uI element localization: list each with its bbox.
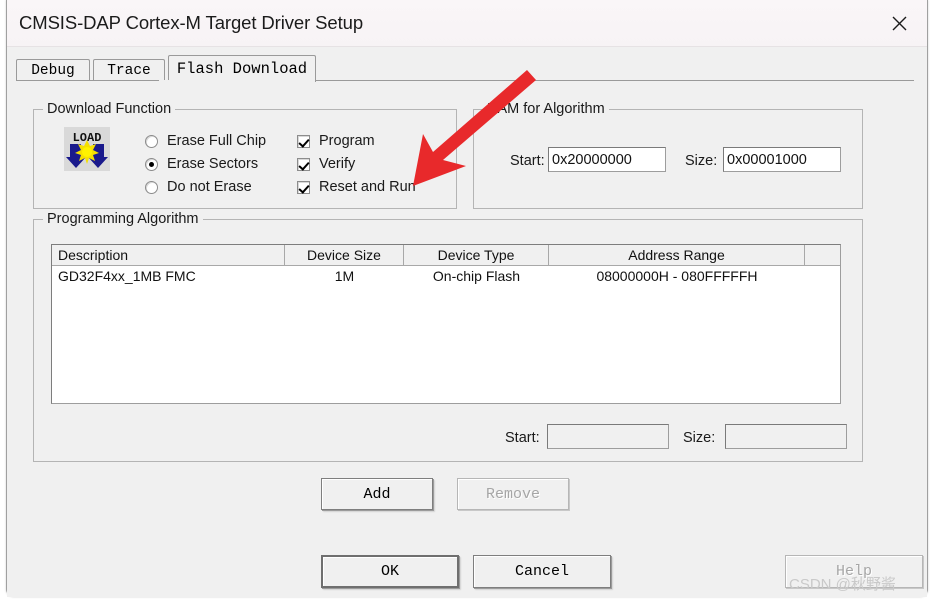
cancel-button[interactable]: Cancel xyxy=(473,555,611,588)
tab-strip-underline xyxy=(16,80,914,81)
window-title: CMSIS-DAP Cortex-M Target Driver Setup xyxy=(19,12,364,33)
download-function-title: Download Function xyxy=(43,101,176,117)
tab-trace[interactable]: Trace xyxy=(93,59,165,81)
radio-erase-full-chip-label: Erase Full Chip xyxy=(167,133,267,149)
radio-do-not-erase-indicator[interactable] xyxy=(145,180,158,194)
tab-debug-label: Debug xyxy=(31,62,75,79)
ram-size-input[interactable]: 0x00001000 xyxy=(723,147,841,172)
algorithm-list[interactable]: Description Device Size Device Type Addr… xyxy=(51,244,841,404)
ram-for-algorithm-title: RAM for Algorithm xyxy=(483,101,609,117)
tab-active-underline-cut xyxy=(159,80,307,82)
column-header-description[interactable]: Description xyxy=(52,245,285,265)
checkbox-verify-indicator[interactable] xyxy=(297,157,310,171)
radio-erase-sectors-indicator[interactable] xyxy=(145,157,158,171)
tab-flash-download[interactable]: Flash Download xyxy=(168,55,316,82)
radio-do-not-erase[interactable]: Do not Erase xyxy=(145,179,252,195)
load-icon: LOAD xyxy=(64,127,110,171)
cell-device-size: 1M xyxy=(334,268,355,284)
tab-debug[interactable]: Debug xyxy=(16,59,90,81)
algorithm-start-label: Start: xyxy=(505,430,540,446)
cell-device-type: On-chip Flash xyxy=(432,268,521,284)
dialog-window: CMSIS-DAP Cortex-M Target Driver Setup D… xyxy=(6,0,928,597)
column-header-spacer xyxy=(805,245,840,265)
checkbox-program-label: Program xyxy=(319,133,375,149)
checkbox-reset-and-run[interactable]: Reset and Run xyxy=(297,179,416,195)
radio-erase-full-chip-indicator[interactable] xyxy=(145,134,158,148)
checkbox-verify[interactable]: Verify xyxy=(297,156,355,172)
algorithm-list-header: Description Device Size Device Type Addr… xyxy=(52,245,840,266)
radio-erase-sectors-label: Erase Sectors xyxy=(167,156,259,172)
checkbox-reset-and-run-indicator[interactable] xyxy=(297,180,310,194)
cell-address-range: 08000000H - 080FFFFFH xyxy=(596,268,758,284)
radio-erase-full-chip[interactable]: Erase Full Chip xyxy=(145,133,266,149)
ram-size-label: Size: xyxy=(685,153,718,169)
ram-start-input[interactable]: 0x20000000 xyxy=(548,147,666,172)
radio-erase-sectors[interactable]: Erase Sectors xyxy=(145,156,258,172)
dialog-client-area: Debug Trace Flash Download Download Func… xyxy=(7,47,927,597)
programming-algorithm-title: Programming Algorithm xyxy=(43,211,203,227)
algorithm-start-input[interactable] xyxy=(547,424,669,449)
watermark-text: CSDN @秋野酱 xyxy=(789,576,896,593)
ok-button[interactable]: OK xyxy=(321,555,459,588)
tab-flash-download-label: Flash Download xyxy=(176,60,308,78)
add-button[interactable]: Add xyxy=(321,478,433,510)
remove-button[interactable]: Remove xyxy=(457,478,569,510)
column-header-address-range[interactable]: Address Range xyxy=(549,245,805,265)
algorithm-size-input[interactable] xyxy=(725,424,847,449)
title-bar: CMSIS-DAP Cortex-M Target Driver Setup xyxy=(7,0,927,47)
cell-description: GD32F4xx_1MB FMC xyxy=(58,268,196,284)
ram-start-label: Start: xyxy=(510,153,545,169)
tab-trace-label: Trace xyxy=(107,62,151,79)
tab-strip: Debug Trace Flash Download xyxy=(16,55,914,82)
close-icon[interactable] xyxy=(871,0,927,46)
checkbox-reset-and-run-label: Reset and Run xyxy=(319,179,416,195)
checkbox-program-indicator[interactable] xyxy=(297,134,310,148)
radio-do-not-erase-label: Do not Erase xyxy=(167,179,252,195)
checkbox-verify-label: Verify xyxy=(319,156,356,172)
table-row[interactable]: GD32F4xx_1MB FMC 1M On-chip Flash 080000… xyxy=(52,266,840,288)
checkbox-program[interactable]: Program xyxy=(297,133,375,149)
algorithm-size-label: Size: xyxy=(683,430,716,446)
column-header-device-type[interactable]: Device Type xyxy=(404,245,549,265)
column-header-device-size[interactable]: Device Size xyxy=(285,245,404,265)
